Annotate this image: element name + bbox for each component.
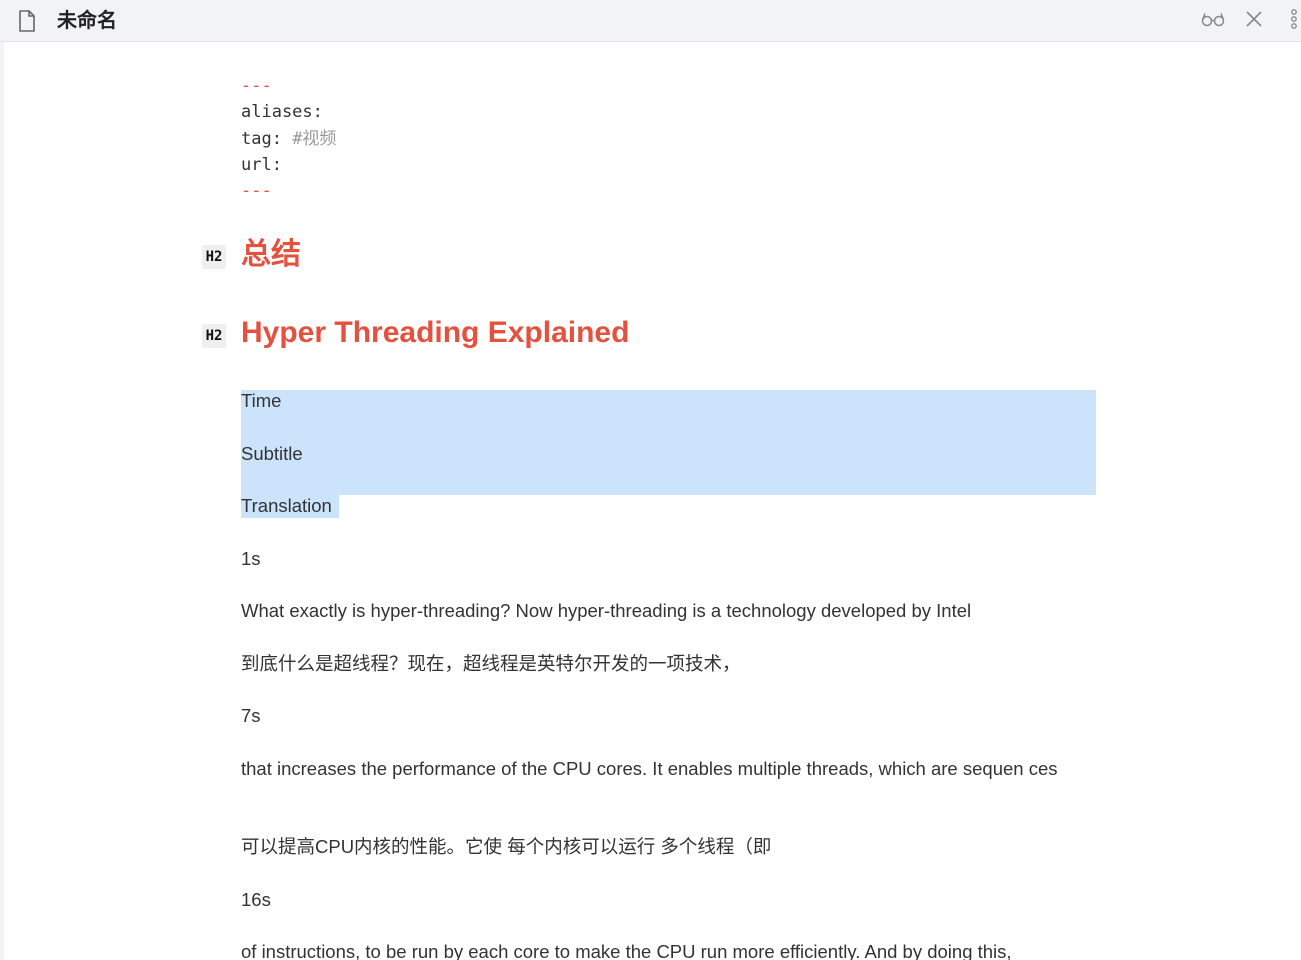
- file-icon: [17, 10, 37, 32]
- paragraph[interactable]: that increases the performance of the CP…: [241, 756, 1101, 782]
- paragraph[interactable]: 到底什么是超线程？现在，超线程是英特尔开发的一项技术，: [241, 651, 1101, 677]
- reading-mode-button[interactable]: [1200, 9, 1226, 33]
- frontmatter-close: ---: [241, 178, 272, 204]
- tag-value[interactable]: #视频: [292, 129, 336, 149]
- paragraph[interactable]: What exactly is hyper-threading? Now hyp…: [241, 598, 1101, 624]
- reading-mode-icon: [1201, 11, 1225, 32]
- paragraph[interactable]: 可以提高CPU内核的性能。它使 每个内核可以运行 多个线程（即: [241, 834, 1101, 860]
- paragraph[interactable]: Subtitle: [241, 441, 1101, 467]
- tag-key: tag:: [241, 129, 293, 149]
- close-icon: [1245, 10, 1263, 33]
- heading-title[interactable]: Hyper Threading Explained: [241, 315, 629, 351]
- tab-header: 未命名: [0, 0, 1301, 42]
- frontmatter-tag[interactable]: tag: #视频: [241, 126, 336, 152]
- paragraph[interactable]: 7s: [241, 703, 1101, 729]
- heading-level-badge: H2: [202, 245, 226, 269]
- more-options-icon: [1289, 8, 1299, 35]
- frontmatter-aliases[interactable]: aliases:: [241, 99, 323, 125]
- frontmatter-url[interactable]: url:: [241, 152, 282, 178]
- frontmatter-open: ---: [241, 73, 272, 99]
- paragraph[interactable]: Time: [241, 388, 1101, 414]
- heading-summary[interactable]: 总结: [241, 237, 301, 273]
- heading-level-badge: H2: [202, 324, 226, 348]
- tab-title[interactable]: 未命名: [57, 8, 117, 34]
- paragraph[interactable]: of instructions, to be run by each core …: [241, 939, 1101, 960]
- app-window: 未命名 --- aliases: tag: #视频 url: --- H2 总结…: [0, 0, 1301, 960]
- close-button[interactable]: [1241, 9, 1267, 33]
- paragraph[interactable]: 1s: [241, 546, 1101, 572]
- more-options-button[interactable]: [1284, 8, 1301, 35]
- frontmatter-dash: ---: [241, 76, 272, 96]
- paragraph[interactable]: 16s: [241, 887, 1101, 913]
- frontmatter-dash: ---: [241, 181, 272, 201]
- editor-pane[interactable]: --- aliases: tag: #视频 url: --- H2 总结 H2 …: [4, 43, 1301, 960]
- paragraph[interactable]: Translation: [241, 493, 1101, 519]
